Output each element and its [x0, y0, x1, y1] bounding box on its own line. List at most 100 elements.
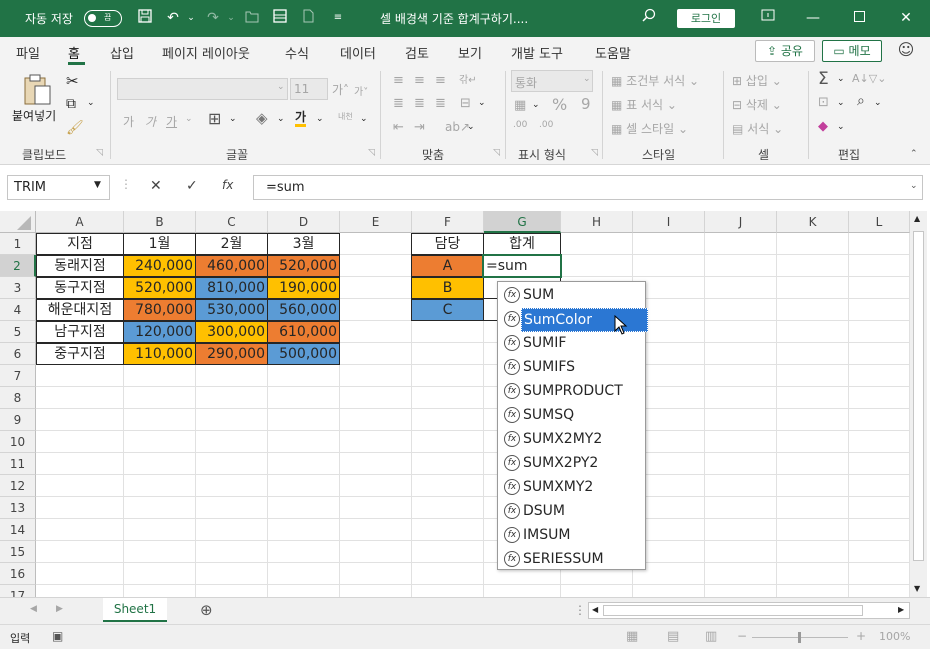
- undo-dropdown-icon[interactable]: ⌄: [181, 8, 201, 28]
- fill-color-icon[interactable]: ◈: [256, 109, 268, 127]
- scroll-left-icon[interactable]: ◀: [592, 605, 598, 614]
- folder-icon[interactable]: [242, 8, 262, 28]
- row-header-12[interactable]: 12: [0, 475, 36, 497]
- autosave-toggle[interactable]: 끔: [84, 10, 122, 27]
- font-size-box[interactable]: 11: [290, 78, 328, 100]
- column-header-f[interactable]: F: [412, 211, 484, 233]
- normal-view-icon[interactable]: ▦: [626, 629, 638, 644]
- align-left-icon[interactable]: ≣: [393, 96, 404, 111]
- decrease-decimal-icon[interactable]: .00: [539, 120, 553, 130]
- sort-filter-icon[interactable]: A↓▽⌄: [852, 72, 886, 85]
- prev-sheet-icon[interactable]: ◀: [30, 604, 37, 614]
- align-launcher-icon[interactable]: ◹: [493, 148, 500, 158]
- fill-icon[interactable]: ⊡: [818, 95, 829, 110]
- login-button[interactable]: 로그인: [677, 9, 735, 28]
- autosum-dropdown-icon[interactable]: ⌄: [837, 74, 845, 84]
- autocomplete-item[interactable]: fx SUMXMY2: [502, 476, 644, 498]
- select-all-corner[interactable]: [0, 211, 36, 233]
- active-cell-g2[interactable]: =sum: [482, 254, 562, 278]
- wrap-text-icon[interactable]: 갂↵: [459, 71, 477, 86]
- amount-cell[interactable]: 780,000: [123, 299, 196, 321]
- font-color-icon[interactable]: 가: [295, 110, 307, 127]
- amount-cell[interactable]: 120,000: [123, 321, 196, 343]
- tab-data[interactable]: 데이터: [340, 43, 376, 62]
- clear-icon[interactable]: ◆: [818, 119, 828, 134]
- row-header-7[interactable]: 7: [0, 365, 36, 387]
- clear-dropdown-icon[interactable]: ⌄: [837, 122, 845, 132]
- row-header-13[interactable]: 13: [0, 497, 36, 519]
- underline-dropdown-icon[interactable]: ⌄: [185, 114, 193, 124]
- amount-cell[interactable]: 810,000: [195, 277, 268, 299]
- column-header-k[interactable]: K: [777, 211, 849, 233]
- memo-button[interactable]: ▭ 메모: [822, 40, 882, 62]
- column-header-b[interactable]: B: [124, 211, 196, 233]
- table-format-button[interactable]: ▦ 표 서식 ⌄: [611, 96, 677, 113]
- macro-record-icon[interactable]: ▣: [52, 629, 63, 643]
- owner-cell-b[interactable]: B: [411, 277, 484, 299]
- row-header-16[interactable]: 16: [0, 563, 36, 585]
- delete-cells-button[interactable]: ⊟ 삭제 ⌄: [732, 96, 782, 113]
- redo-icon[interactable]: ↷: [203, 8, 223, 28]
- amount-cell[interactable]: 500,000: [267, 343, 340, 365]
- column-header-a[interactable]: A: [36, 211, 124, 233]
- branch-name-cell[interactable]: 중구지점: [36, 343, 124, 365]
- column-header-g[interactable]: G: [484, 211, 561, 233]
- cancel-entry-icon[interactable]: ✕: [150, 178, 162, 194]
- scroll-right-icon[interactable]: ▶: [898, 605, 904, 614]
- row-header-4[interactable]: 4: [0, 299, 36, 321]
- format-cells-button[interactable]: ▤ 서식 ⌄: [732, 120, 783, 137]
- autocomplete-item[interactable]: fx SUMIFS: [502, 356, 644, 378]
- smiley-icon[interactable]: ☺: [896, 40, 916, 60]
- font-name-dropdown-icon[interactable]: ⌄: [277, 82, 285, 92]
- italic-icon[interactable]: 가: [145, 113, 156, 130]
- vertical-scroll-thumb[interactable]: [913, 231, 924, 561]
- horizontal-scroll-thumb[interactable]: [603, 605, 863, 616]
- insert-function-icon[interactable]: fx: [222, 178, 233, 192]
- decrease-indent-icon[interactable]: ⇤: [393, 120, 404, 135]
- row-header-6[interactable]: 6: [0, 343, 36, 365]
- row-header-14[interactable]: 14: [0, 519, 36, 541]
- column-header-i[interactable]: I: [633, 211, 705, 233]
- merge-center-icon[interactable]: ⊟: [460, 96, 471, 111]
- close-icon[interactable]: ✕: [896, 8, 916, 28]
- font-name-box[interactable]: [117, 78, 288, 100]
- save-icon[interactable]: [135, 8, 155, 28]
- amount-cell[interactable]: 110,000: [123, 343, 196, 365]
- number-format-box[interactable]: 통화 ⌄: [511, 70, 593, 92]
- borders-icon[interactable]: ⊞: [208, 109, 221, 128]
- header-cell-jan[interactable]: 1월: [123, 233, 196, 255]
- paste-label[interactable]: 붙여넣기: [12, 107, 56, 124]
- add-sheet-icon[interactable]: ⊕: [200, 601, 213, 619]
- shrink-font-icon[interactable]: 가˅: [354, 83, 368, 98]
- find-dropdown-icon[interactable]: ⌄: [874, 98, 882, 108]
- orientation-dropdown-icon[interactable]: ⌄: [467, 122, 475, 132]
- formula-input[interactable]: =sum: [253, 175, 923, 200]
- header-cell-branch[interactable]: 지점: [36, 233, 124, 255]
- fill-dropdown-icon[interactable]: ⌄: [837, 98, 845, 108]
- amount-cell[interactable]: 240,000: [123, 255, 196, 277]
- owner-cell-a[interactable]: A: [411, 255, 484, 277]
- amount-cell[interactable]: 610,000: [267, 321, 340, 343]
- scroll-up-icon[interactable]: ▲: [914, 214, 920, 223]
- branch-name-cell[interactable]: 동래지점: [36, 255, 124, 277]
- row-header-11[interactable]: 11: [0, 453, 36, 475]
- row-header-2[interactable]: 2: [0, 255, 36, 277]
- minimize-icon[interactable]: —: [803, 8, 823, 28]
- owner-header-cell[interactable]: 담당: [411, 233, 484, 255]
- amount-cell[interactable]: 530,000: [195, 299, 268, 321]
- autocomplete-item[interactable]: fx IMSUM: [502, 524, 644, 546]
- bold-icon[interactable]: 가: [123, 113, 134, 130]
- column-header-d[interactable]: D: [268, 211, 340, 233]
- branch-name-cell[interactable]: 동구지점: [36, 277, 124, 299]
- increase-indent-icon[interactable]: ⇥: [414, 120, 425, 135]
- row-header-3[interactable]: 3: [0, 277, 36, 299]
- column-header-h[interactable]: H: [561, 211, 633, 233]
- expand-formula-bar-icon[interactable]: ⌄: [910, 181, 918, 191]
- zoom-in-icon[interactable]: +: [856, 629, 866, 643]
- customize-qat-icon[interactable]: ≡: [328, 8, 348, 28]
- align-center-icon[interactable]: ≣: [414, 96, 425, 111]
- autocomplete-item[interactable]: fx SERIESSUM: [502, 548, 644, 570]
- next-sheet-icon[interactable]: ▶: [56, 604, 63, 614]
- redo-dropdown-icon[interactable]: ⌄: [221, 8, 241, 28]
- copy-dropdown-icon[interactable]: ⌄: [87, 98, 95, 108]
